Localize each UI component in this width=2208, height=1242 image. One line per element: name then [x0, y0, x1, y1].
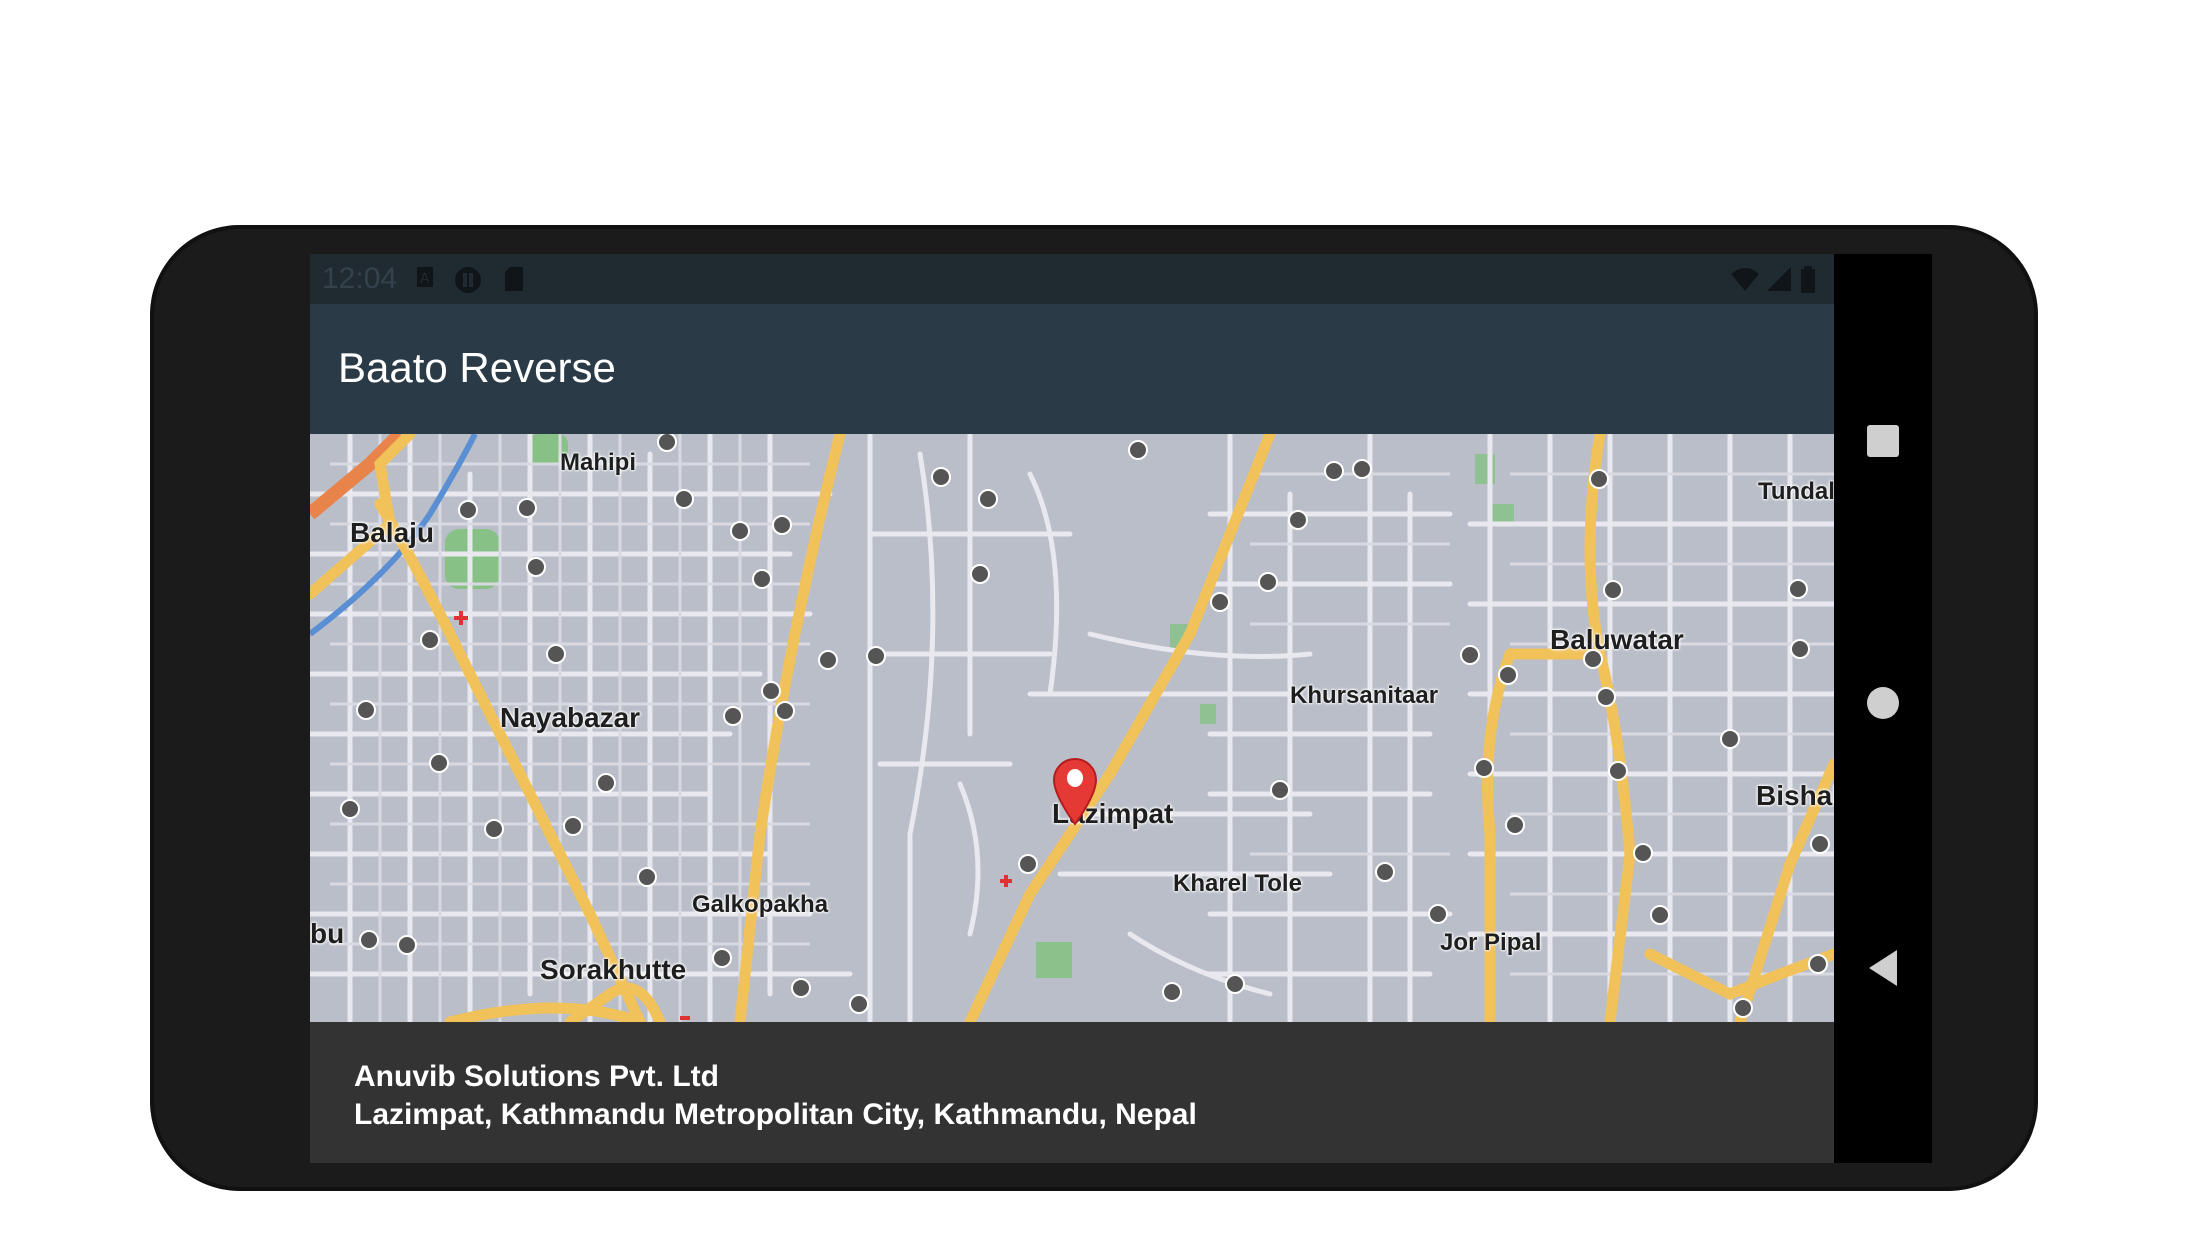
map-label-bishal: Bishal	[1756, 780, 1834, 811]
map-label-balaju: Balaju	[350, 517, 435, 548]
place-address: Lazimpat, Kathmandu Metropolitan City, K…	[354, 1098, 1197, 1131]
app-bar: Baato Reverse	[310, 304, 1834, 434]
cell-signal-icon	[1766, 266, 1792, 298]
map-label-nayabazar: Nayabazar	[500, 702, 641, 733]
square-icon[interactable]	[1866, 424, 1900, 458]
map-label-sorakhutte: Sorakhutte	[540, 954, 687, 985]
wifi-icon	[1730, 266, 1760, 298]
navigation-bar	[1834, 254, 1932, 1163]
map-view[interactable]: Mahipi Balaju Nayabazar Lazimpat Khursan…	[310, 434, 1834, 1022]
map-label-mahipi: Mahipi	[560, 449, 636, 476]
device-screen: 12:04 A Baato Reverse Mahipi Balaju Naya…	[310, 254, 1932, 1163]
map-label-khursanitaar: Khursanitaar	[1290, 682, 1439, 709]
map-label-jor-pipal: Jor Pipal	[1440, 929, 1542, 956]
status-bar: 12:04 A	[310, 254, 1834, 304]
location-pin-icon[interactable]	[1050, 756, 1100, 826]
battery-icon	[1800, 266, 1816, 300]
svg-text:A: A	[420, 271, 430, 287]
circle-icon[interactable]	[1866, 686, 1900, 720]
triangle-back-icon[interactable]	[1866, 949, 1900, 986]
map-label-galkopakha: Galkopakha	[692, 891, 829, 918]
status-time: 12:04	[322, 262, 398, 295]
pause-circle-icon	[454, 266, 482, 300]
map-label-tundal: Tundal	[1758, 478, 1834, 505]
map-label-baluwatar: Baluwatar	[1550, 624, 1684, 655]
map-label-kharel-tole: Kharel Tole	[1173, 870, 1302, 897]
place-name: Anuvib Solutions Pvt. Ltd	[354, 1060, 719, 1093]
place-info-panel: Anuvib Solutions Pvt. Ltd Lazimpat, Kath…	[310, 1022, 1834, 1163]
a-box-icon: A	[416, 266, 434, 294]
map-label-bu: bu	[310, 918, 345, 949]
app-title: Baato Reverse	[338, 344, 616, 391]
sd-card-icon	[504, 266, 524, 298]
